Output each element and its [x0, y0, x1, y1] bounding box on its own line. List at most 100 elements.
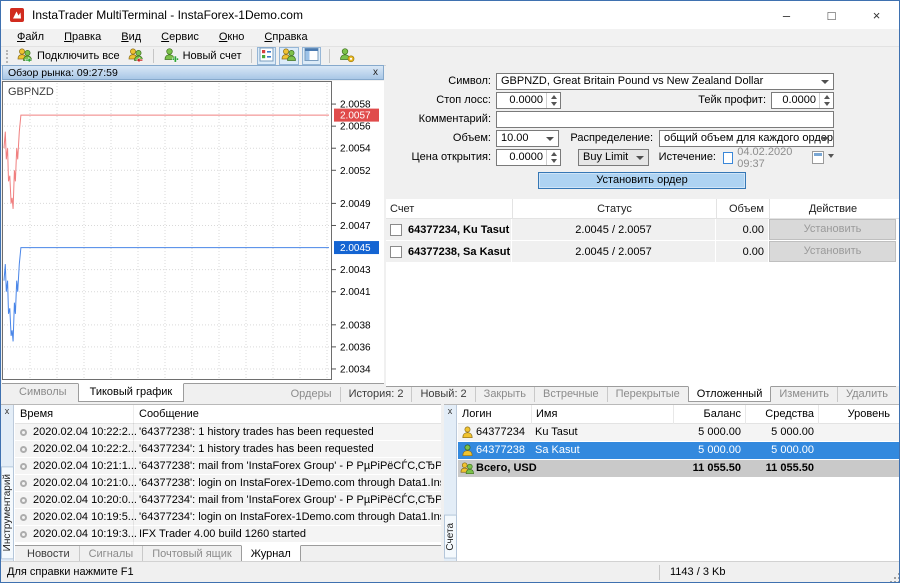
profile-settings-button[interactable] — [335, 48, 359, 65]
toolbar-grip[interactable] — [6, 50, 9, 63]
stop-loss-label: Стоп лосс: — [386, 92, 491, 109]
app-window: InstaTrader MultiTerminal - InstaForex-1… — [0, 0, 900, 583]
tab-close[interactable]: Закрыть — [475, 387, 534, 402]
svg-text:2.0034: 2.0034 — [340, 364, 371, 375]
tab-news[interactable]: Новости — [18, 546, 79, 562]
journal-row[interactable]: 2020.02.04 10:20:0...'64377234': mail fr… — [15, 492, 441, 509]
column-header-time[interactable]: Время — [20, 405, 130, 424]
column-header-account[interactable]: Счет — [390, 199, 510, 219]
account-row[interactable]: 64377234 Ku Tasut 5 000.00 5 000.00 — [458, 424, 900, 442]
symbol-label: Символ: — [386, 73, 491, 90]
row-checkbox[interactable] — [390, 224, 402, 236]
accounts-toggle-button[interactable] — [279, 47, 299, 65]
market-watch-toggle-button[interactable] — [257, 47, 276, 65]
set-order-button[interactable]: Установить — [769, 241, 896, 262]
column-header-name[interactable]: Имя — [531, 405, 671, 424]
resize-grip[interactable] — [894, 577, 896, 579]
menu-file[interactable]: Файл — [7, 30, 54, 45]
total-label: Всего, USD — [476, 462, 537, 474]
accounts-close-icon[interactable]: x — [448, 406, 453, 416]
stop-loss-input[interactable]: 0.0000 — [496, 92, 561, 109]
account-row-selected[interactable]: 64377238 Sa Kasut 5 000.00 5 000.00 — [458, 442, 900, 460]
spin-down-icon — [551, 102, 557, 109]
menu-window[interactable]: Окно — [209, 30, 255, 45]
toolbox-vertical-tab[interactable]: Инструментарий — [1, 466, 14, 559]
spinner-buttons[interactable] — [546, 93, 560, 108]
open-price-label: Цена открытия: — [386, 149, 491, 166]
svg-text:2.0049: 2.0049 — [340, 199, 371, 210]
distribution-select[interactable]: общий объем для каждого ордера — [659, 130, 834, 147]
column-header-volume[interactable]: Объем — [716, 199, 768, 219]
column-header-message[interactable]: Сообщение — [139, 405, 339, 424]
tab-pending[interactable]: Отложенный — [688, 386, 772, 402]
spinner-buttons[interactable] — [546, 150, 560, 165]
svg-text:GBPNZD: GBPNZD — [8, 86, 54, 98]
spin-up-icon — [824, 92, 830, 99]
take-profit-input[interactable]: 0.0000 — [771, 92, 834, 109]
tab-journal[interactable]: Журнал — [241, 545, 301, 562]
account-cell: 64377234, Ku Tasut — [408, 224, 509, 236]
close-button[interactable]: × — [854, 1, 899, 29]
toolbox-toggle-button[interactable] — [302, 47, 321, 65]
toolbox-tabs: Новости Сигналы Почтовый ящик Журнал — [15, 545, 441, 562]
tick-chart: 2.00582.00562.00542.00522.00492.00472.00… — [2, 81, 382, 382]
minimize-button[interactable]: – — [764, 1, 809, 29]
tick-chart-area[interactable]: 2.00582.00562.00542.00522.00492.00472.00… — [2, 81, 384, 383]
toolbox-close-icon[interactable]: x — [5, 406, 10, 416]
journal-row[interactable]: 2020.02.04 10:21:1...'64377238': mail fr… — [15, 458, 441, 475]
open-price-input[interactable]: 0.0000 — [496, 149, 561, 166]
menu-view[interactable]: Вид — [111, 30, 151, 45]
journal-row[interactable]: 2020.02.04 10:22:2...'64377238': 1 histo… — [15, 424, 441, 441]
expiration-checkbox[interactable] — [723, 152, 733, 164]
accounts-vertical-tab[interactable]: Счета — [444, 515, 457, 559]
toolbar-separator — [153, 49, 154, 63]
market-watch-title: Обзор рынка: 09:27:59 — [8, 67, 118, 79]
menu-edit[interactable]: Правка — [54, 30, 111, 45]
tab-tick-chart[interactable]: Тиковый график — [78, 383, 185, 402]
journal-row[interactable]: 2020.02.04 10:19:5...'64377234': login o… — [15, 509, 441, 526]
expiration-field[interactable]: 04.02.2020 09:37 — [723, 149, 834, 166]
order-table-row[interactable]: 64377238, Sa Kasut 2.0045 / 2.0057 0.00 … — [386, 241, 899, 262]
spin-up-icon — [551, 149, 557, 156]
disconnect-all-button[interactable] — [124, 48, 148, 65]
column-header-status[interactable]: Статус — [512, 199, 716, 219]
tab-counter[interactable]: Встречные — [534, 387, 607, 402]
new-account-button[interactable]: Новый счет — [159, 48, 246, 65]
journal-row[interactable]: 2020.02.04 10:19:3...IFX Trader 4.00 bui… — [15, 526, 441, 543]
menu-service[interactable]: Сервис — [151, 30, 209, 45]
take-profit-label: Тейк профит: — [666, 92, 766, 109]
svg-text:2.0038: 2.0038 — [340, 320, 371, 331]
spin-down-icon — [824, 102, 830, 109]
column-header-login[interactable]: Логин — [462, 405, 526, 424]
column-header-level[interactable]: Уровень — [818, 405, 890, 424]
tab-orders[interactable]: Ордеры — [283, 387, 340, 402]
set-order-button[interactable]: Установить — [769, 219, 896, 240]
tab-delete[interactable]: Удалить — [837, 387, 896, 402]
journal-row[interactable]: 2020.02.04 10:22:2...'64377234': 1 histo… — [15, 441, 441, 458]
log-dot-icon — [20, 531, 27, 538]
maximize-button[interactable]: □ — [809, 1, 854, 29]
tab-covered[interactable]: Перекрытые — [607, 387, 688, 402]
row-checkbox[interactable] — [390, 246, 402, 258]
tab-new[interactable]: Новый: 2 — [411, 387, 474, 402]
journal-row[interactable]: 2020.02.04 10:21:0...'64377238': login o… — [15, 475, 441, 492]
place-order-button[interactable]: Установить ордер — [538, 172, 746, 189]
tab-mailbox[interactable]: Почтовый ящик — [142, 546, 240, 562]
symbol-select[interactable]: GBPNZD, Great Britain Pound vs New Zeala… — [496, 73, 834, 90]
calendar-icon[interactable] — [812, 151, 824, 164]
order-table-row[interactable]: 64377234, Ku Tasut 2.0045 / 2.0057 0.00 … — [386, 219, 899, 240]
column-header-equity[interactable]: Средства — [745, 405, 814, 424]
person-icon — [460, 425, 475, 443]
tab-modify[interactable]: Изменить — [771, 387, 837, 402]
column-header-balance[interactable]: Баланс — [673, 405, 741, 424]
tab-signals[interactable]: Сигналы — [79, 546, 143, 562]
column-header-action[interactable]: Действие — [769, 199, 896, 219]
tab-history[interactable]: История: 2 — [340, 387, 412, 402]
titlebar: InstaTrader MultiTerminal - InstaForex-1… — [1, 1, 899, 29]
connect-all-button[interactable]: Подключить все — [13, 48, 124, 65]
menu-help[interactable]: Справка — [254, 30, 317, 45]
comment-input[interactable] — [496, 111, 834, 128]
tab-symbols[interactable]: Символы — [8, 384, 78, 402]
spinner-buttons[interactable] — [819, 93, 833, 108]
market-watch-close-icon[interactable]: x — [373, 67, 378, 78]
